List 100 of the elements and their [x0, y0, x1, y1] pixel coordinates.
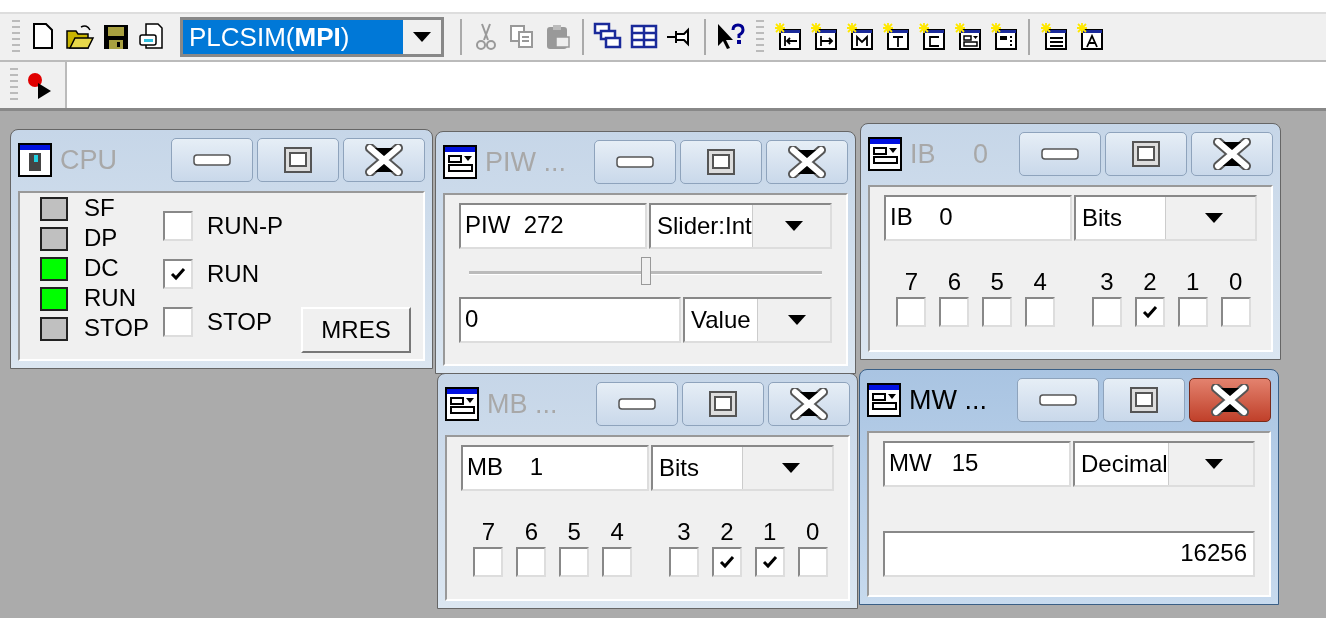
- dropdown-arrow-icon: [781, 463, 800, 473]
- address-field[interactable]: MB 1: [461, 445, 649, 491]
- minimize-icon: [617, 397, 657, 411]
- bit-checkbox[interactable]: [1025, 297, 1056, 327]
- mode-checkbox[interactable]: [163, 259, 193, 289]
- bit-checkbox[interactable]: [1220, 297, 1251, 327]
- window-icon: [445, 387, 479, 421]
- close-button[interactable]: [766, 140, 848, 184]
- window-title: MB ...: [486, 388, 559, 420]
- bit-label: 3: [1100, 269, 1114, 295]
- window-icon: [443, 145, 477, 179]
- close-icon: [787, 146, 827, 178]
- bit-checkbox[interactable]: [602, 547, 633, 577]
- close-button[interactable]: [768, 382, 850, 426]
- checkmark-icon: [170, 267, 186, 281]
- led-label: DC: [84, 255, 119, 281]
- bit-label: 5: [990, 269, 1004, 295]
- window-title: IB 0: [909, 138, 990, 170]
- bit-checkbox[interactable]: [473, 547, 504, 577]
- bit-checkbox[interactable]: [1177, 297, 1208, 327]
- checkmark-icon: [761, 555, 778, 569]
- mres-button[interactable]: MRES: [301, 307, 411, 353]
- format-dropdown[interactable]: Decimal: [1073, 441, 1255, 487]
- led-label: STOP: [84, 315, 149, 341]
- maximize-icon: [1129, 386, 1159, 414]
- bit-checkbox[interactable]: [939, 297, 970, 327]
- format-dropdown[interactable]: Value: [683, 297, 832, 343]
- close-button[interactable]: [1189, 378, 1271, 422]
- format-dropdown[interactable]: Bits: [651, 445, 834, 491]
- led-label: RUN: [84, 285, 136, 311]
- bit-checkbox[interactable]: [668, 547, 699, 577]
- value-field[interactable]: 16256: [883, 531, 1255, 577]
- minimize-button[interactable]: [596, 382, 678, 426]
- close-icon: [1212, 138, 1252, 170]
- close-icon: [364, 144, 404, 176]
- window-title: CPU: [59, 144, 118, 176]
- window-icon: [18, 143, 52, 177]
- minimize-icon: [1038, 393, 1078, 407]
- bit-checkbox[interactable]: [896, 297, 927, 327]
- bit-label: 5: [567, 519, 581, 545]
- window-title: MW ...: [908, 384, 988, 416]
- value-field[interactable]: 0: [459, 297, 681, 343]
- minimize-icon: [192, 153, 232, 167]
- bit-label: 4: [1033, 269, 1047, 295]
- maximize-button[interactable]: [680, 140, 762, 184]
- bit-checkbox[interactable]: [711, 547, 742, 577]
- checkmark-icon: [1141, 305, 1158, 319]
- maximize-button[interactable]: [1105, 132, 1187, 176]
- checkmark-icon: [718, 555, 735, 569]
- bit-label: 7: [904, 269, 919, 295]
- bit-checkbox[interactable]: [982, 297, 1013, 327]
- dropdown-arrow-icon: [1204, 459, 1223, 469]
- dropdown-arrow-icon: [785, 221, 804, 231]
- mode-checkbox[interactable]: [163, 211, 193, 241]
- close-button[interactable]: [343, 138, 425, 182]
- maximize-button[interactable]: [682, 382, 764, 426]
- close-icon: [1210, 384, 1250, 416]
- bit-label: 0: [1228, 269, 1243, 295]
- maximize-icon: [1131, 140, 1161, 168]
- led-label: SF: [84, 195, 115, 221]
- dropdown-arrow-icon: [1204, 213, 1223, 223]
- bit-label: 7: [481, 519, 496, 545]
- minimize-button[interactable]: [594, 140, 676, 184]
- bit-label: 2: [720, 519, 734, 545]
- window-icon: [868, 137, 902, 171]
- bit-checkbox[interactable]: [1091, 297, 1122, 327]
- address-field[interactable]: PIW 272: [459, 203, 647, 249]
- bit-checkbox[interactable]: [797, 547, 828, 577]
- address-field[interactable]: MW 15: [883, 441, 1071, 487]
- dropdown-arrow-icon: [413, 32, 431, 42]
- bit-label: 6: [524, 519, 538, 545]
- minimize-button[interactable]: [171, 138, 253, 182]
- led-label: DP: [84, 225, 118, 251]
- minimize-icon: [1040, 147, 1080, 161]
- maximize-button[interactable]: [1103, 378, 1185, 422]
- dropdown-arrow-icon: [788, 315, 806, 325]
- minimize-button[interactable]: [1017, 378, 1099, 422]
- bit-checkbox[interactable]: [559, 547, 590, 577]
- connection-dropdown[interactable]: PLCSIM(MPI): [180, 17, 444, 57]
- bit-label: 2: [1143, 269, 1157, 295]
- bit-checkbox[interactable]: [1134, 297, 1165, 327]
- mode-label: STOP: [207, 308, 272, 336]
- bit-label: 1: [763, 519, 777, 545]
- bit-checkbox[interactable]: [754, 547, 785, 577]
- maximize-icon: [708, 390, 738, 418]
- format-dropdown[interactable]: Bits: [1074, 195, 1257, 241]
- close-button[interactable]: [1191, 132, 1273, 176]
- address-field[interactable]: IB 0: [884, 195, 1072, 241]
- minimize-button[interactable]: [1019, 132, 1101, 176]
- bit-label: 6: [947, 269, 961, 295]
- bit-label: 0: [805, 519, 820, 545]
- bit-label: 4: [610, 519, 624, 545]
- bit-checkbox[interactable]: [516, 547, 547, 577]
- mode-checkbox[interactable]: [163, 307, 193, 337]
- minimize-icon: [615, 155, 655, 169]
- bit-label: 3: [677, 519, 691, 545]
- format-dropdown[interactable]: Slider:Int: [649, 203, 832, 249]
- maximize-button[interactable]: [257, 138, 339, 182]
- bit-label: 1: [1186, 269, 1200, 295]
- slider-thumb[interactable]: [640, 257, 651, 285]
